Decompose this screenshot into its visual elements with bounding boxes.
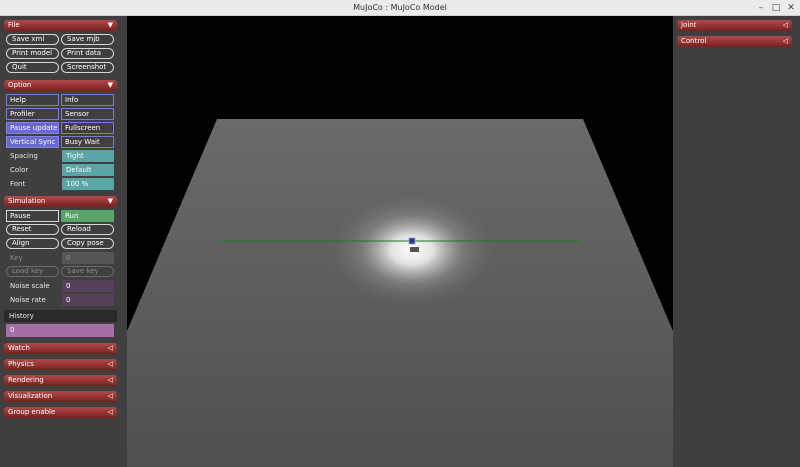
collapse-icon: ▼ — [107, 197, 113, 205]
right-ui-panel: Joint ◁ Control ◁ — [673, 16, 800, 467]
fullscreen-button[interactable]: Fullscreen — [61, 122, 114, 134]
spacing-select[interactable]: Tight — [62, 150, 114, 162]
rendering-header-label: Rendering — [8, 376, 44, 384]
print-model-button[interactable]: Print model — [6, 48, 59, 59]
close-icon[interactable]: ✕ — [785, 2, 797, 14]
scene-render[interactable] — [127, 16, 673, 467]
key-label: Key — [10, 254, 23, 262]
noise-rate-label: Noise rate — [10, 296, 46, 304]
window-title: MuJoCo : MuJoCo Model — [353, 3, 447, 12]
collapse-icon: ▼ — [107, 81, 113, 89]
save-mjb-button[interactable]: Save mjb — [61, 34, 114, 45]
reset-button[interactable]: Reset — [6, 224, 59, 235]
noise-scale-slider[interactable]: 0 — [62, 280, 114, 292]
watch-header-label: Watch — [8, 344, 30, 352]
quit-button[interactable]: Quit — [6, 62, 59, 73]
simulation-section-header[interactable]: Simulation ▼ — [4, 196, 117, 207]
expand-icon: ◁ — [107, 344, 113, 352]
physics-section-header[interactable]: Physics ◁ — [4, 359, 117, 370]
spacing-label: Spacing — [10, 152, 38, 160]
expand-icon: ◁ — [107, 376, 113, 384]
copy-pose-button[interactable]: Copy pose — [61, 238, 114, 249]
window-titlebar: MuJoCo : MuJoCo Model – □ ✕ — [0, 0, 800, 16]
reload-button[interactable]: Reload — [61, 224, 114, 235]
maximize-icon[interactable]: □ — [770, 2, 782, 14]
history-label: History — [4, 310, 117, 322]
group-enable-section-header[interactable]: Group enable ◁ — [4, 407, 117, 418]
cart-shadow — [410, 247, 419, 252]
pause-radio[interactable]: Pause — [6, 210, 59, 222]
group-enable-header-label: Group enable — [8, 408, 56, 416]
sensor-button[interactable]: Sensor — [61, 108, 114, 120]
color-label: Color — [10, 166, 29, 174]
vertical-sync-button[interactable]: Vertical Sync — [6, 136, 59, 148]
option-section-header[interactable]: Option ▼ — [4, 80, 117, 91]
history-slider[interactable]: 0 — [6, 324, 114, 337]
expand-icon: ◁ — [782, 21, 788, 29]
color-select[interactable]: Default — [62, 164, 114, 176]
noise-scale-label: Noise scale — [10, 282, 50, 290]
expand-icon: ◁ — [107, 360, 113, 368]
control-section-header[interactable]: Control ◁ — [677, 36, 792, 47]
cart-body[interactable] — [408, 237, 416, 245]
font-select[interactable]: 100 % — [62, 178, 114, 190]
control-header-label: Control — [681, 37, 707, 45]
collapse-icon: ▼ — [107, 21, 113, 29]
save-xml-button[interactable]: Save xml — [6, 34, 59, 45]
expand-icon: ◁ — [782, 37, 788, 45]
noise-rate-slider[interactable]: 0 — [62, 294, 114, 306]
help-button[interactable]: Help — [6, 94, 59, 106]
simulation-header-label: Simulation — [8, 197, 46, 205]
left-ui-panel: File ▼ Save xml Save mjb Print model Pri… — [0, 16, 127, 467]
expand-icon: ◁ — [107, 392, 113, 400]
profiler-button[interactable]: Profiler — [6, 108, 59, 120]
info-button[interactable]: Info — [61, 94, 114, 106]
option-header-label: Option — [8, 81, 32, 89]
screenshot-button[interactable]: Screenshot — [61, 62, 114, 73]
font-label: Font — [10, 180, 26, 188]
run-radio[interactable]: Run — [61, 210, 114, 222]
key-slider[interactable]: 0 — [62, 252, 114, 264]
3d-viewport[interactable] — [127, 16, 673, 467]
busy-wait-button[interactable]: Busy Wait — [61, 136, 114, 148]
visualization-section-header[interactable]: Visualization ◁ — [4, 391, 117, 402]
file-header-label: File — [8, 21, 20, 29]
file-section-header[interactable]: File ▼ — [4, 20, 117, 31]
rendering-section-header[interactable]: Rendering ◁ — [4, 375, 117, 386]
print-data-button[interactable]: Print data — [61, 48, 114, 59]
expand-icon: ◁ — [107, 408, 113, 416]
minimize-icon[interactable]: – — [755, 2, 767, 14]
watch-section-header[interactable]: Watch ◁ — [4, 343, 117, 354]
joint-header-label: Joint — [681, 21, 697, 29]
joint-section-header[interactable]: Joint ◁ — [677, 20, 792, 31]
pause-update-button[interactable]: Pause update — [6, 122, 59, 134]
physics-header-label: Physics — [8, 360, 34, 368]
visualization-header-label: Visualization — [8, 392, 53, 400]
save-key-button[interactable]: Save key — [61, 266, 114, 277]
align-button[interactable]: Align — [6, 238, 59, 249]
load-key-button[interactable]: Load key — [6, 266, 59, 277]
